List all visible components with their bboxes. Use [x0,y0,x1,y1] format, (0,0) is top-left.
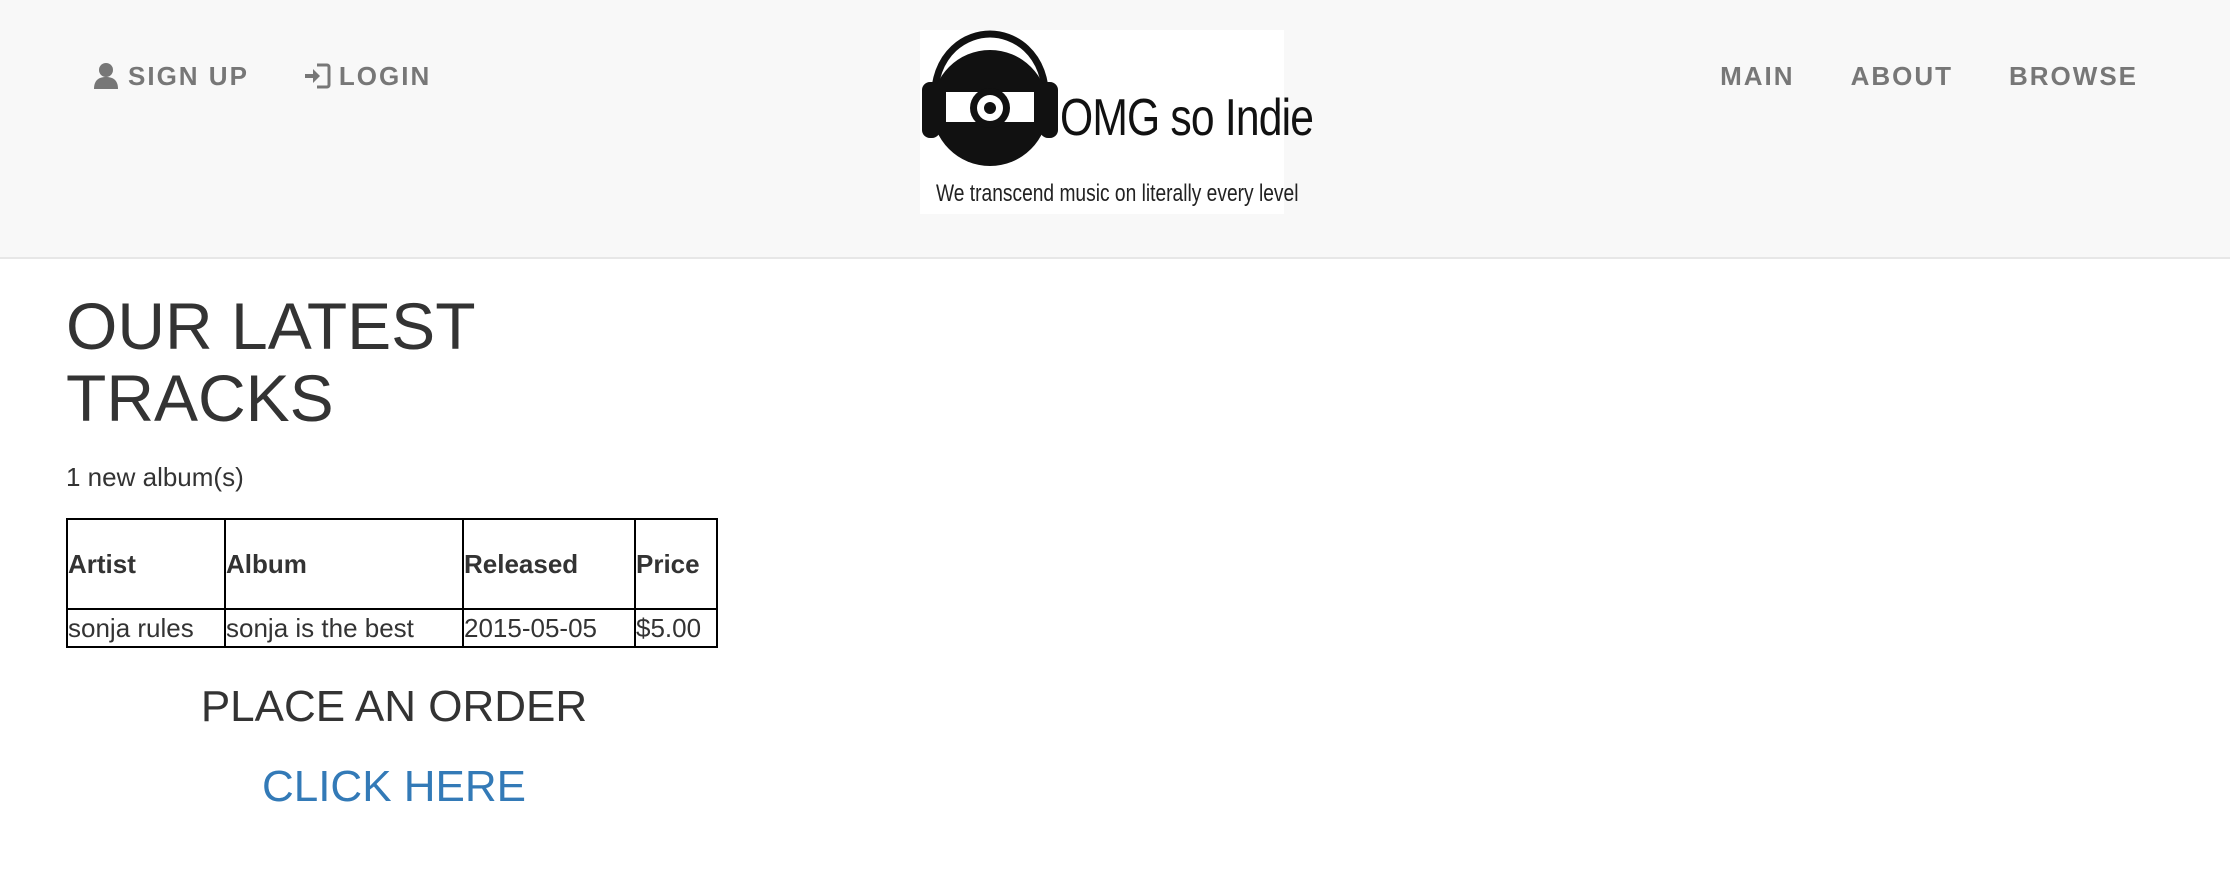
cell-album: sonja is the best [224,608,464,648]
sign-up-label: SIGN UP [128,60,249,91]
column-header-artist: Artist [66,518,226,610]
login-link[interactable]: LOGIN [303,58,431,94]
cell-price: $5.00 [634,608,718,648]
site-logo[interactable]: OMG so Indie We transcend music on liter… [920,30,1314,214]
login-label: LOGIN [338,60,432,91]
column-header-released: Released [462,518,636,610]
login-icon [303,62,331,90]
main-content: OUR LATEST TRACKS 1 new album(s) Artist … [66,290,722,812]
tracks-table: Artist Album Released Price sonja rules … [66,518,718,648]
nav-right: MAIN ABOUT BROWSE [1664,58,2138,94]
column-header-album: Album [224,518,464,610]
nav-item-about[interactable]: ABOUT [1851,58,1953,94]
cell-released: 2015-05-05 [462,608,636,648]
order-section: PLACE AN ORDER CLICK HERE [66,682,722,812]
table-header-row: Artist Album Released Price [66,518,718,610]
order-link[interactable]: CLICK HERE [262,762,526,812]
order-heading: PLACE AN ORDER [200,682,588,731]
nav-item-browse[interactable]: BROWSE [2009,58,2138,94]
table-row: sonja rules sonja is the best 2015-05-05… [66,608,718,648]
user-icon [92,62,120,90]
sign-up-link[interactable]: SIGN UP [92,58,249,94]
logo-name: OMG so Indie [1060,89,1314,147]
logo-tagline: We transcend music on literally every le… [936,180,1299,207]
page-title: OUR LATEST TRACKS [66,289,475,435]
navbar: SIGN UP LOGIN OMG so Indie We transcend … [0,0,2230,259]
album-count: 1 new album(s) [66,462,244,492]
column-header-price: Price [634,518,718,610]
vinyl-headphones-icon [922,30,1058,166]
nav-left: SIGN UP LOGIN [92,58,485,94]
cell-artist: sonja rules [66,608,226,648]
nav-item-main[interactable]: MAIN [1720,58,1794,94]
